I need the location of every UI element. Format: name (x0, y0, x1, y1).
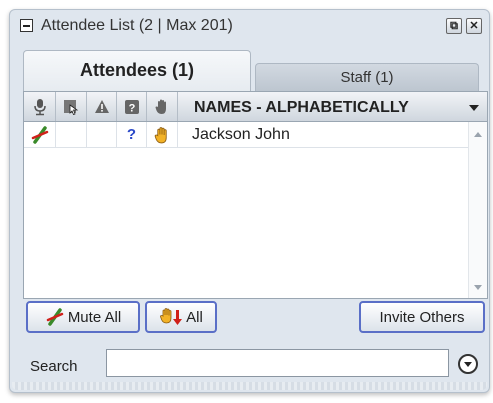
lower-hands-icon (160, 308, 183, 325)
invite-others-button[interactable]: Invite Others (359, 301, 485, 333)
sort-dropdown-icon[interactable] (469, 105, 479, 111)
scroll-up-icon[interactable] (474, 132, 482, 137)
vertical-scrollbar[interactable] (468, 122, 487, 298)
lower-all-hands-label: All (186, 308, 203, 326)
tab-attendees[interactable]: Attendees (1) (23, 50, 251, 92)
names-column-header[interactable]: NAMES - ALPHABETICALLY (194, 99, 409, 117)
muted-mic-icon (31, 125, 48, 144)
resize-grip[interactable] (12, 382, 487, 390)
question-icon: ? (124, 99, 139, 114)
svg-text:?: ? (128, 102, 135, 114)
mute-toggle[interactable] (24, 122, 56, 147)
attendee-name: Jackson John (192, 126, 290, 143)
attendee-list: ? NAMES - ALPHABETICALLY ? Jackson John (23, 91, 488, 299)
screen-share-column-header[interactable] (56, 92, 87, 121)
close-window-button[interactable]: ✕ (466, 18, 482, 34)
screen-share-icon (64, 99, 79, 115)
mute-all-button[interactable]: Mute All (26, 301, 140, 333)
attendee-list-panel: Attendee List (2 | Max 201) ⧉ ✕ Attendee… (9, 9, 490, 393)
raised-hand-icon (154, 126, 167, 143)
warning-cell (87, 122, 117, 147)
mic-column-header[interactable] (24, 92, 56, 121)
warning-column-header[interactable] (87, 92, 117, 121)
tab-staff[interactable]: Staff (1) (255, 63, 479, 92)
collapse-toggle-icon[interactable] (20, 19, 33, 32)
warning-icon (94, 100, 109, 113)
screen-share-cell (56, 122, 87, 147)
mute-all-label: Mute All (67, 308, 122, 326)
list-item[interactable]: ? Jackson John (24, 122, 468, 148)
question-cell[interactable]: ? (117, 122, 147, 147)
hand-column-header[interactable] (147, 92, 178, 121)
question-column-header[interactable]: ? (117, 92, 147, 121)
title-bar: Attendee List (2 | Max 201) ⧉ ✕ (10, 10, 489, 44)
scroll-down-icon[interactable] (474, 285, 482, 290)
search-options-icon[interactable] (458, 354, 478, 374)
search-label: Search (30, 358, 78, 375)
restore-window-button[interactable]: ⧉ (446, 18, 462, 34)
mute-all-icon (46, 308, 64, 326)
window-title: Attendee List (2 | Max 201) (41, 17, 233, 34)
question-mark: ? (126, 126, 137, 143)
list-header: ? NAMES - ALPHABETICALLY (24, 92, 487, 122)
search-input[interactable] (106, 349, 449, 377)
lower-all-hands-button[interactable]: All (145, 301, 217, 333)
hand-cell[interactable] (147, 122, 178, 147)
raise-hand-icon (155, 99, 166, 114)
mic-icon (33, 98, 46, 115)
